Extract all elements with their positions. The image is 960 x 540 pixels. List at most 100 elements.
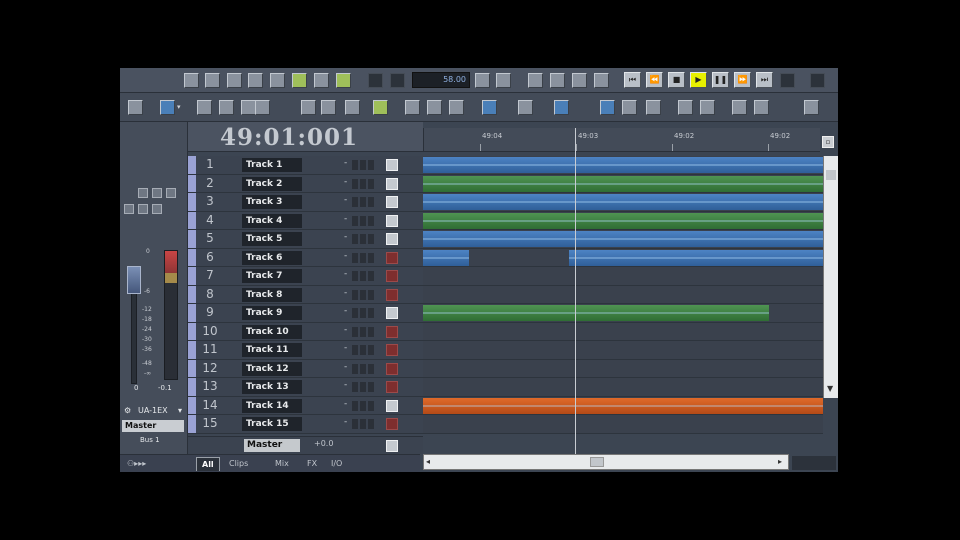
loop-icon[interactable] [292,73,307,88]
track-name[interactable]: Track 1 [242,158,302,172]
keyboard-icon[interactable] [646,100,661,115]
mute-icon[interactable] [352,400,358,411]
rewind-button[interactable]: ⏪ [646,72,663,88]
track-volume-dash[interactable]: - [344,380,347,390]
track-volume-button[interactable] [386,362,398,375]
timeline-ruler[interactable]: 49:04 49:03 49:02 49:02 [423,128,820,152]
solo-icon[interactable] [360,363,366,374]
solo-icon[interactable] [360,308,366,318]
solo-icon[interactable] [360,234,366,244]
track-volume-dash[interactable]: - [344,269,347,279]
track-volume-button[interactable] [386,270,398,282]
grid-icon[interactable] [184,73,199,88]
solo-icon[interactable] [360,160,366,170]
record-arm-icon[interactable] [368,215,374,226]
track-row[interactable]: 3 Track 3 - [188,193,423,212]
fx-icon[interactable] [678,100,693,115]
chevron-down-icon[interactable]: ▾ [177,101,183,113]
metronome-icon[interactable] [368,73,383,88]
track-name[interactable]: Track 11 [242,343,302,357]
phase-icon[interactable] [138,204,148,214]
track-volume-dash[interactable]: - [344,177,347,187]
select-tool-icon[interactable] [160,100,175,115]
go-to-start-button[interactable]: ⏮ [624,72,641,88]
marker-tool-icon[interactable] [405,100,420,115]
track-row[interactable]: 14 Track 14 - [188,396,423,415]
track-volume-button[interactable] [386,288,398,301]
scrub-icon[interactable] [594,73,609,88]
track-lane[interactable] [423,415,823,434]
track-name[interactable]: Track 3 [242,195,302,209]
monitor-icon[interactable] [124,204,134,214]
track-row[interactable]: 1 Track 1 - [188,156,423,175]
auto-icon[interactable] [550,73,565,88]
track-volume-dash[interactable]: - [344,417,347,427]
track-volume-dash[interactable]: - [344,195,347,205]
track-row[interactable]: 10 Track 10 - [188,322,423,341]
track-lane[interactable] [423,341,823,360]
clip[interactable] [423,157,823,173]
solo-icon[interactable] [360,326,366,337]
solo-icon[interactable] [138,188,148,198]
loop-record-icon[interactable] [810,73,825,88]
fast-forward-button[interactable]: ⏩ [734,72,751,88]
clip[interactable] [569,249,823,266]
track-name[interactable]: Track 14 [242,398,302,413]
track-row[interactable]: 12 Track 12 - [188,359,423,378]
mute-icon[interactable] [152,188,162,198]
track-row[interactable]: 5 Track 5 - [188,230,423,249]
track-volume-dash[interactable]: - [344,158,347,168]
track-volume-button[interactable] [386,381,398,393]
clip[interactable] [423,231,823,247]
track-name[interactable]: Track 7 [242,269,302,283]
track-name[interactable]: Track 5 [242,232,302,246]
solo-icon[interactable] [360,345,366,355]
master-track[interactable]: Master +0.0 [188,436,423,454]
mute-icon[interactable] [352,289,358,300]
mute-icon[interactable] [352,271,358,281]
play-button[interactable]: ▶ [690,72,707,88]
record-arm-icon[interactable] [368,345,374,355]
draw-tool-icon[interactable] [219,100,234,115]
bars-icon[interactable] [205,73,220,88]
layout-icon[interactable] [449,100,464,115]
mute-icon[interactable] [352,382,358,392]
mute-icon[interactable] [352,419,358,429]
browser-icon[interactable] [622,100,637,115]
track-lane[interactable] [423,360,823,378]
video-icon[interactable] [732,100,747,115]
staff-icon[interactable] [270,73,285,88]
track-name[interactable]: Track 4 [242,213,302,228]
scroll-right-icon[interactable]: ▸ [778,457,782,466]
track-volume-button[interactable] [386,233,398,245]
record-arm-icon[interactable] [368,400,374,411]
master-volume-button[interactable] [386,440,398,452]
envelope-tool-icon[interactable] [345,100,360,115]
tab-mix[interactable]: Mix [270,457,294,471]
clip[interactable] [423,397,823,414]
chevron-down-icon[interactable]: ▾ [178,406,182,415]
mute-icon[interactable] [352,252,358,263]
record-arm-icon[interactable] [368,289,374,300]
record-arm-icon[interactable] [368,363,374,374]
gear-icon[interactable]: ⚙ [124,406,131,415]
mute-icon[interactable] [352,345,358,355]
track-lane[interactable] [423,286,823,304]
people-icon[interactable]: ⚇▸▸▸ [122,457,151,471]
track-lane[interactable] [423,323,823,341]
mute-tool-icon[interactable] [321,100,336,115]
master-track-name[interactable]: Master [244,439,300,452]
track-row[interactable]: 4 Track 4 - [188,211,423,230]
track-row[interactable]: 6 Track 6 - [188,248,423,267]
track-volume-button[interactable] [386,177,398,190]
mute-icon[interactable] [352,178,358,189]
stop-button[interactable]: ■ [668,72,685,88]
mute-icon[interactable] [352,160,358,170]
solo-icon[interactable] [360,197,366,207]
track-view-icon[interactable] [518,100,533,115]
clip[interactable] [423,249,469,266]
track-row[interactable]: 7 Track 7 - [188,267,423,286]
clip[interactable] [423,305,769,321]
console-icon[interactable] [700,100,715,115]
track-volume-button[interactable] [386,159,398,171]
